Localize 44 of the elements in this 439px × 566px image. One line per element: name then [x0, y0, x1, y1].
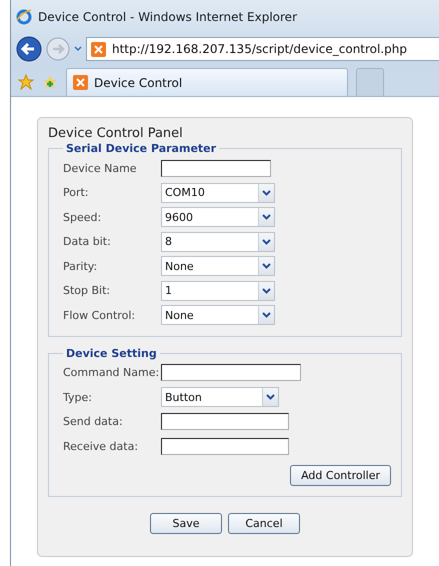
caret-icon: [258, 208, 274, 226]
dropdown[interactable]: Button: [161, 387, 279, 408]
text-field[interactable]: [161, 364, 301, 382]
section-legend: Device Setting: [63, 346, 160, 360]
form-button[interactable]: Cancel: [228, 512, 300, 534]
window-title: Device Control - Windows Internet Explorer: [38, 10, 297, 24]
address-field[interactable]: http://192.168.207.135/script/device_control.php: [86, 37, 439, 61]
text-field[interactable]: [161, 438, 289, 455]
site-icon: [91, 42, 106, 56]
panel-title: Device Control Panel: [48, 126, 184, 141]
caret-icon: [258, 232, 274, 251]
site-icon: [73, 75, 88, 90]
text-field[interactable]: [161, 413, 289, 430]
browser-tab[interactable]: Device Control: [66, 68, 348, 96]
caret-icon: [258, 282, 274, 300]
field-label: Stop Bit:: [63, 284, 112, 298]
dropdown[interactable]: COM10: [161, 182, 275, 203]
field-label: Parity:: [63, 260, 98, 273]
browser-icon: [16, 9, 32, 25]
dropdown[interactable]: None: [161, 305, 275, 326]
form-button[interactable]: Save: [150, 512, 222, 534]
dropdown[interactable]: 8: [161, 232, 275, 252]
caret-icon: [258, 184, 274, 202]
add-controller-button[interactable]: Add Controller: [290, 464, 391, 486]
dropdown[interactable]: None: [161, 256, 275, 276]
field-label: Device Name: [63, 162, 138, 175]
caret-icon: [258, 306, 274, 324]
field-label: Flow Control:: [63, 308, 136, 322]
section-legend: Serial Device Parameter: [63, 142, 220, 155]
field-label: Command Name:: [63, 366, 160, 380]
star-icon[interactable]: [18, 74, 34, 90]
back-icon[interactable]: [16, 36, 42, 62]
field-label: Type:: [63, 390, 93, 404]
caret-icon: [262, 388, 278, 406]
field-label: Speed:: [63, 210, 102, 224]
field-label: Receive data:: [63, 440, 140, 453]
field-label: Port:: [63, 186, 90, 200]
text-field[interactable]: [161, 160, 271, 177]
dropdown[interactable]: 9600: [161, 207, 275, 228]
dropdown[interactable]: 1: [161, 280, 275, 301]
dropdown-icon[interactable]: [74, 46, 82, 52]
field-label: Send data:: [63, 415, 124, 428]
field-label: Data bit:: [63, 235, 112, 248]
caret-icon: [258, 257, 274, 276]
